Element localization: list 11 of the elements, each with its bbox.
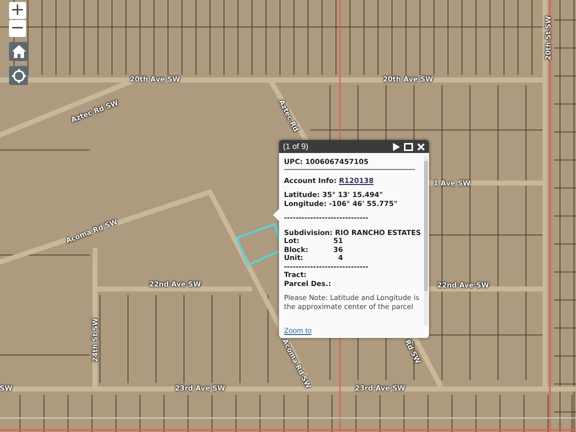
crosshair-icon — [12, 68, 26, 82]
home-button[interactable] — [9, 42, 28, 61]
popup-title: (1 of 9) — [283, 142, 308, 151]
locate-button[interactable] — [9, 66, 28, 85]
close-icon[interactable] — [417, 142, 425, 150]
home-icon — [12, 45, 26, 58]
scrollbar[interactable] — [424, 156, 428, 325]
zoom-in-button[interactable]: + — [9, 2, 26, 19]
zoom-out-button[interactable]: − — [9, 20, 26, 37]
play-icon[interactable] — [393, 142, 400, 150]
maximize-icon[interactable] — [404, 142, 413, 150]
